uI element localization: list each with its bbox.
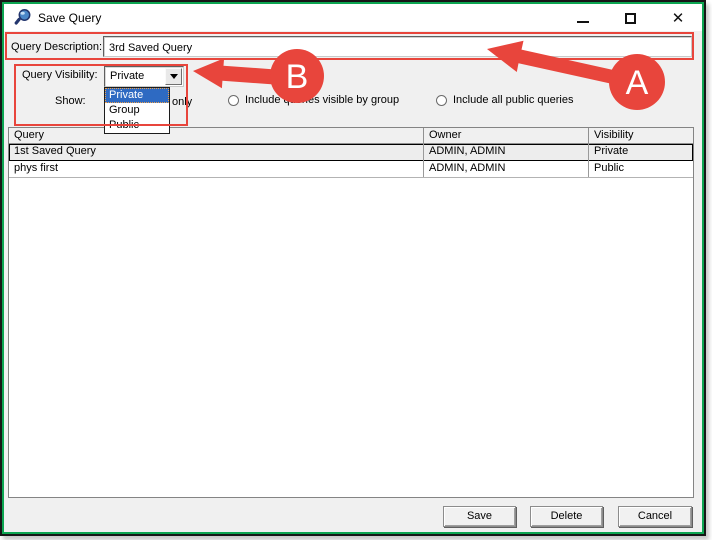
column-header-visibility[interactable]: Visibility: [588, 128, 693, 143]
save-button[interactable]: Save: [443, 506, 516, 527]
option-public[interactable]: Public: [105, 118, 169, 133]
cell-query: phys first: [9, 161, 423, 177]
radio-group-label: Include queries visible by group: [245, 94, 399, 106]
dropdown-arrow-button[interactable]: [165, 68, 182, 85]
minimize-icon: [577, 21, 589, 23]
radio-my-queries-partial-label[interactable]: only: [172, 96, 192, 108]
cell-visibility: Private: [588, 144, 693, 161]
table-row[interactable]: 1st Saved Query ADMIN, ADMIN Private: [9, 144, 693, 161]
query-description-label: Query Description:: [11, 41, 102, 53]
magnifier-icon: [14, 8, 32, 26]
dropdown-selected-value: Private: [110, 70, 144, 82]
cell-query: 1st Saved Query: [9, 144, 423, 161]
saved-queries-table: Query Owner Visibility 1st Saved Query A…: [8, 127, 694, 498]
minimize-button[interactable]: [568, 6, 598, 30]
option-group[interactable]: Group: [105, 103, 169, 118]
maximize-button[interactable]: [615, 6, 645, 30]
radio-include-group[interactable]: Include queries visible by group: [228, 94, 399, 106]
save-query-dialog: Save Query ✕ Query Description: Query Vi…: [0, 0, 706, 536]
close-icon: ✕: [672, 9, 685, 27]
chevron-down-icon: [170, 74, 178, 79]
cell-owner: ADMIN, ADMIN: [423, 161, 588, 177]
visibility-options-list: Private Group Public: [104, 87, 170, 134]
title-bar: Save Query ✕: [4, 4, 702, 31]
radio-include-public[interactable]: Include all public queries: [436, 94, 573, 106]
option-private[interactable]: Private: [105, 88, 169, 103]
maximize-icon: [625, 13, 636, 24]
query-visibility-label: Query Visibility:: [22, 69, 98, 81]
column-header-owner[interactable]: Owner: [423, 128, 588, 143]
cell-owner: ADMIN, ADMIN: [423, 144, 588, 161]
table-row[interactable]: phys first ADMIN, ADMIN Public: [9, 161, 693, 178]
show-label: Show:: [55, 95, 86, 107]
cell-visibility: Public: [588, 161, 693, 177]
column-header-query[interactable]: Query: [9, 128, 423, 143]
cancel-button[interactable]: Cancel: [618, 506, 692, 527]
radio-public-label: Include all public queries: [453, 94, 573, 106]
window-title: Save Query: [38, 11, 101, 25]
delete-button[interactable]: Delete: [530, 506, 603, 527]
query-visibility-dropdown[interactable]: Private: [104, 66, 184, 87]
radio-button-icon[interactable]: [436, 95, 447, 106]
query-description-input[interactable]: [103, 36, 692, 57]
radio-button-icon[interactable]: [228, 95, 239, 106]
close-button[interactable]: ✕: [663, 6, 693, 30]
